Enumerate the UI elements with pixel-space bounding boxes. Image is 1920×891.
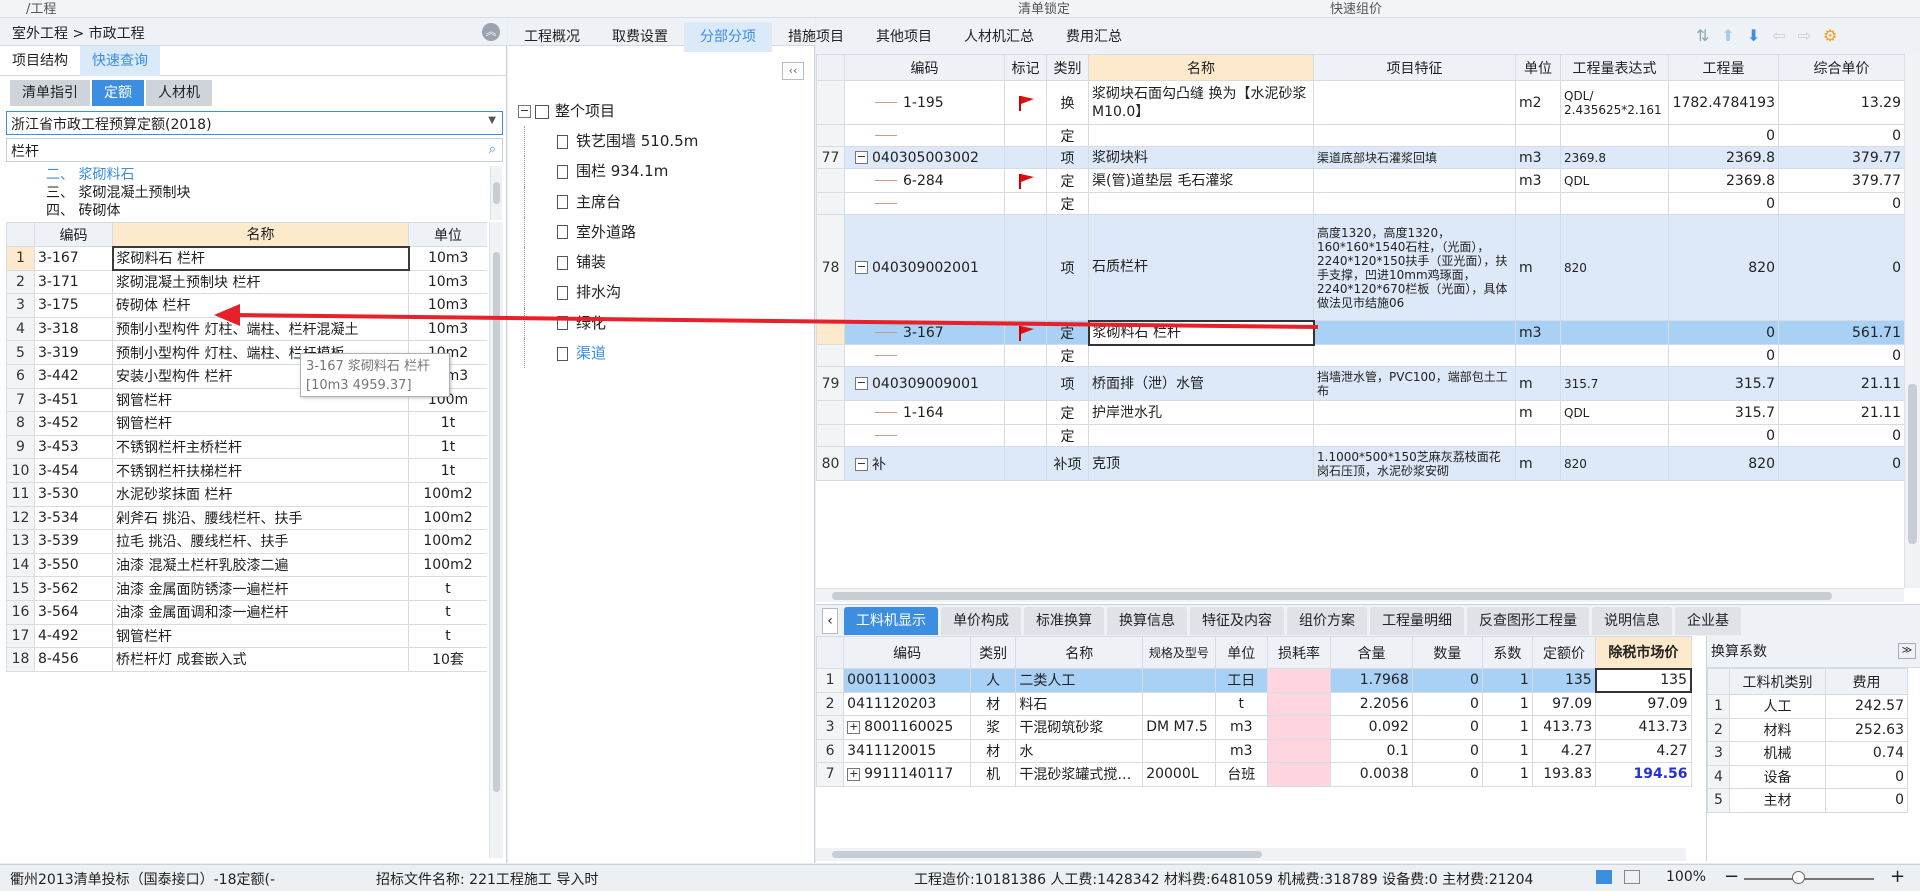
status-file: 招标文件名称: 221工程施工 导入时 [376, 872, 599, 888]
zoom-level: 100% [1666, 869, 1707, 885]
arrow-head [214, 304, 240, 326]
zoom-in-icon[interactable]: + [1890, 866, 1905, 887]
zoom-slider-handle[interactable] [1792, 871, 1805, 884]
view-mode-icon[interactable] [1596, 870, 1612, 884]
annotation-arrow [214, 304, 1319, 329]
status-bar: 衢州2013清单投标（国泰接口）-18定额(- 招标文件名称: 221工程施工 … [0, 864, 1920, 891]
status-project: 衢州2013清单投标（国泰接口）-18定额(- [10, 872, 276, 888]
arrow-line [231, 313, 1319, 329]
zoom-out-icon[interactable]: − [1724, 866, 1739, 887]
view-mode-icon-2[interactable] [1624, 870, 1640, 884]
zoom-slider[interactable] [1744, 878, 1874, 880]
status-cost: 工程造价:10181386 人工费:1428342 材料费:6481059 机械… [914, 872, 1534, 888]
